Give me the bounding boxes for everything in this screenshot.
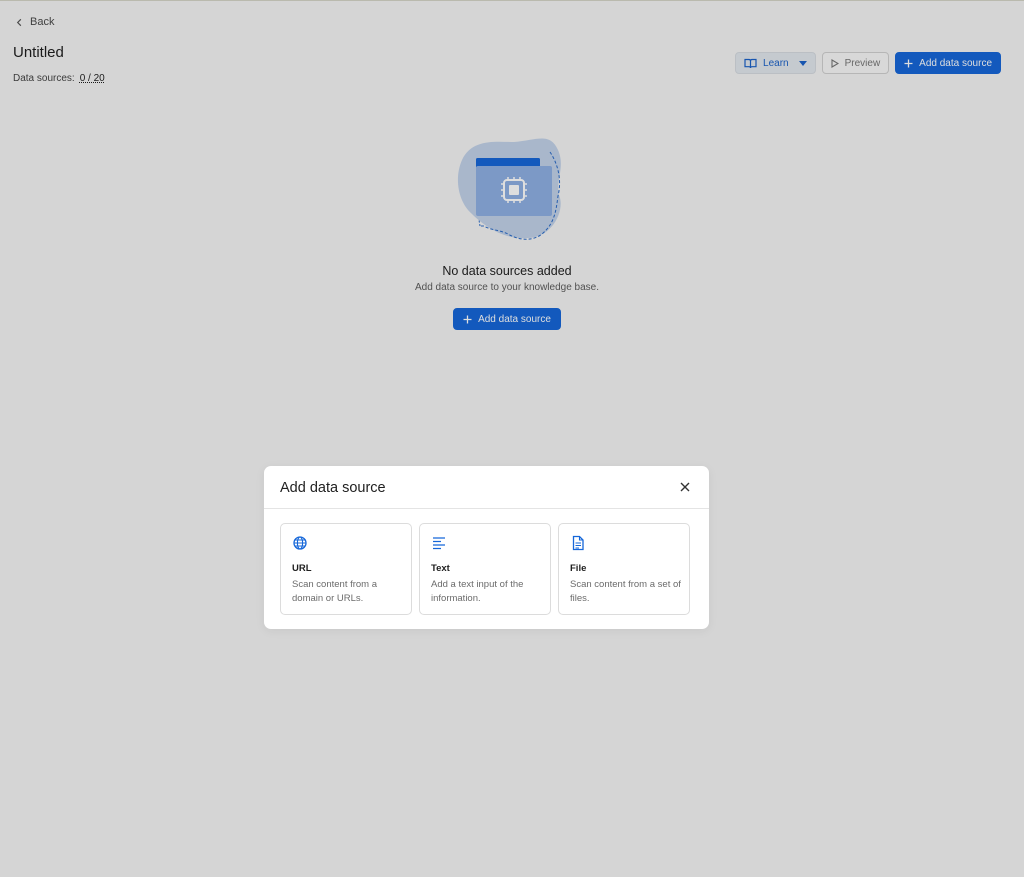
modal-backdrop[interactable] [0, 0, 1024, 877]
globe-icon [293, 536, 307, 550]
option-file-card[interactable]: File Scan content from a set of files. [558, 523, 690, 615]
modal-title: Add data source [280, 480, 386, 496]
option-file-title: File [570, 563, 587, 574]
data-source-options: URL Scan content from a domain or URLs. … [280, 523, 690, 615]
option-text-description: Add a text input of the information. [431, 579, 524, 604]
option-file-description: Scan content from a set of files. [570, 579, 681, 604]
modal-divider [264, 508, 709, 509]
file-icon [572, 535, 584, 551]
option-text-card[interactable]: Text Add a text input of the information… [419, 523, 551, 615]
option-url-title: URL [292, 563, 312, 574]
add-data-source-modal: Add data source URL Scan content from a … [264, 466, 709, 629]
option-url-description: Scan content from a domain or URLs. [292, 579, 378, 604]
option-url-card[interactable]: URL Scan content from a domain or URLs. [280, 523, 412, 615]
option-text-title: Text [431, 563, 450, 574]
close-icon[interactable] [678, 480, 692, 494]
text-lines-icon [433, 537, 445, 550]
